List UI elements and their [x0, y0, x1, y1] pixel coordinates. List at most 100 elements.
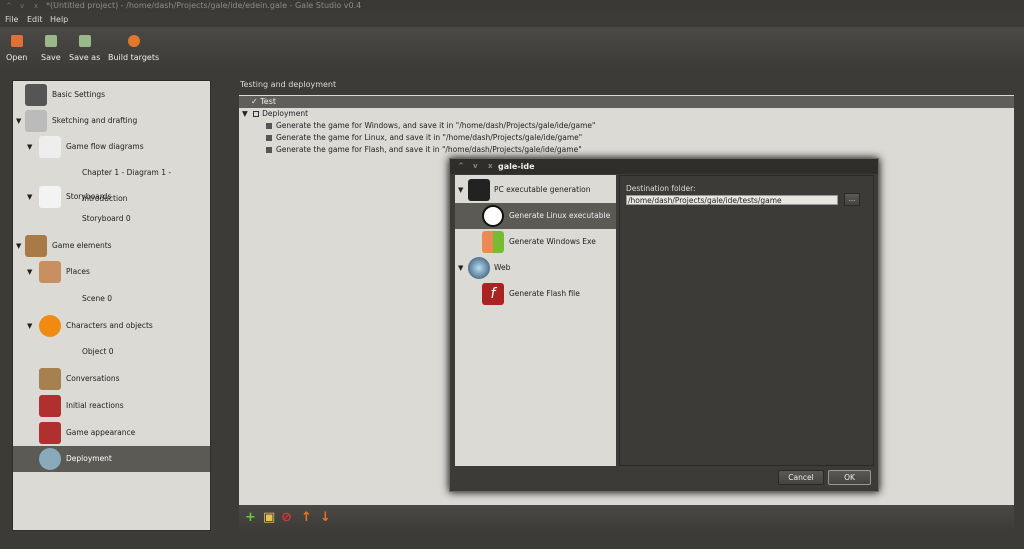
sidebar-item-game-elements[interactable]: ▼ Game elements — [13, 233, 210, 259]
minimize-button[interactable]: ^ — [458, 159, 464, 174]
sidebar-item-label: Game appearance — [66, 428, 136, 437]
move-up-icon[interactable]: ↑ — [301, 511, 312, 524]
sidebar-item-initial-reactions[interactable]: Initial reactions — [13, 393, 210, 419]
tree-root-label: Deployment — [262, 109, 309, 118]
item-flash[interactable]: f Generate Flash file — [455, 281, 616, 307]
tree-root-deployment[interactable]: ▼ Deployment — [242, 109, 308, 118]
tree-item-label: Generate the game for Windows, and save … — [276, 121, 596, 130]
open-button[interactable]: Open — [6, 35, 27, 62]
checkbox[interactable] — [253, 111, 260, 117]
sidebar-item-game-flow-diagrams[interactable]: ▼ Game flow diagrams — [13, 134, 210, 160]
sidebar-item-label: Sketching and drafting — [52, 116, 138, 125]
tree-item-flash[interactable]: Generate the game for Flash, and save it… — [266, 145, 582, 154]
sidebar-item-label: Conversations — [66, 374, 120, 383]
tree-item-label: Generate the game for Linux, and save it… — [276, 133, 583, 142]
dialog-title: gale-ide — [498, 162, 535, 171]
globe-icon — [39, 448, 61, 470]
checkbox[interactable] — [266, 147, 272, 153]
category-pc[interactable]: ▼ PC executable generation — [455, 177, 616, 203]
book-icon — [39, 395, 61, 417]
pumpkin-icon — [39, 315, 61, 337]
toolbar: Open Save Save as Build targets — [0, 27, 1024, 71]
sidebar-item-object-0[interactable]: Object 0 — [13, 339, 210, 365]
checkbox[interactable] — [266, 135, 272, 141]
settings-pane: Destination folder: /home/dash/Projects/… — [619, 175, 874, 466]
windows-icon — [482, 231, 504, 253]
item-windows[interactable]: Generate Windows Exe — [455, 229, 616, 255]
tree-item-label: Generate the game for Flash, and save it… — [276, 145, 582, 154]
remove-icon[interactable]: ⊘ — [281, 511, 292, 524]
edit-icon[interactable]: ▣ — [263, 511, 275, 524]
section-title: Testing and deployment — [240, 80, 337, 89]
sidebar-item-deployment[interactable]: Deployment — [13, 446, 210, 472]
sidebar-item-label: Game elements — [52, 241, 112, 250]
sidebar-item-label: Scene 0 — [82, 294, 113, 303]
sidebar-item-scene-0[interactable]: Scene 0 — [13, 286, 210, 312]
tree-item-windows[interactable]: Generate the game for Windows, and save … — [266, 121, 595, 130]
pencil-icon — [25, 110, 47, 132]
add-icon[interactable]: + — [245, 511, 256, 524]
open-label: Open — [6, 53, 28, 62]
sidebar-item-storyboard-0[interactable]: Storyboard 0 — [13, 206, 210, 232]
sidebar-item-conversations[interactable]: Conversations — [13, 366, 210, 392]
save-as-label: Save as — [69, 53, 101, 62]
build-targets-label: Build targets — [108, 53, 160, 62]
tree-item-linux[interactable]: Generate the game for Linux, and save it… — [266, 133, 582, 142]
tree-toolbar: + ▣ ⊘ ↑ ↓ — [239, 505, 1014, 531]
expander-icon[interactable]: ▼ — [16, 233, 21, 259]
browse-button[interactable]: ... — [844, 193, 860, 206]
box-icon — [25, 235, 47, 257]
menu-edit[interactable]: Edit — [27, 12, 43, 27]
tux-icon — [482, 205, 504, 227]
build-targets-button[interactable]: Build targets — [108, 35, 159, 62]
save-icon — [44, 35, 57, 47]
sidebar-item-game-appearance[interactable]: Game appearance — [13, 420, 210, 446]
sidebar-item-characters-and-objects[interactable]: ▼ Characters and objects — [13, 313, 210, 339]
monitor-icon — [468, 179, 490, 201]
item-linux[interactable]: Generate Linux executable — [455, 203, 616, 229]
title-bar: ^ v x *(Untitled project) - /home/dash/P… — [0, 0, 1024, 12]
globe-icon — [468, 257, 490, 279]
sidebar-item-label: Basic Settings — [52, 90, 106, 99]
sidebar-item-basic-settings[interactable]: Basic Settings — [13, 82, 210, 108]
destination-label: Destination folder: — [626, 184, 696, 193]
sidebar-item-chapter-1-diagram-1-introduction[interactable]: Chapter 1 - Diagram 1 - Introduction — [13, 160, 210, 203]
expander-icon[interactable]: ▼ — [16, 108, 21, 134]
close-button[interactable]: x — [488, 159, 493, 174]
expander-icon[interactable]: ▼ — [27, 134, 32, 160]
ok-button[interactable]: OK — [828, 470, 871, 485]
storyboard-icon — [39, 186, 61, 208]
category-web[interactable]: ▼ Web — [455, 255, 616, 281]
flash-icon: f — [482, 283, 504, 305]
diagram-icon — [39, 136, 61, 158]
minimize-button[interactable]: ^ — [6, 0, 12, 12]
tree-header-label: Test — [260, 97, 277, 106]
sidebar-item-places[interactable]: ▼ Places — [13, 259, 210, 285]
sidebar-item-label: Characters and objects — [66, 321, 153, 330]
target-list: ▼ PC executable generation Generate Linux… — [455, 175, 616, 466]
item-label: PC executable generation — [494, 185, 591, 194]
open-icon — [10, 35, 23, 47]
destination-input[interactable]: /home/dash/Projects/gale/ide/tests/game — [626, 195, 838, 205]
save-as-button[interactable]: Save as — [69, 35, 100, 62]
save-as-icon — [78, 35, 91, 47]
sidebar-item-label: Game flow diagrams — [66, 142, 144, 151]
house-icon — [25, 84, 47, 106]
cancel-button[interactable]: Cancel — [778, 470, 824, 485]
expander-icon[interactable]: ▼ — [27, 313, 32, 339]
close-button[interactable]: x — [34, 0, 38, 12]
maximize-button[interactable]: v — [20, 0, 24, 12]
sidebar-item-label: Deployment — [66, 454, 112, 463]
maximize-button[interactable]: v — [473, 159, 478, 174]
menu-help[interactable]: Help — [50, 12, 68, 27]
tree-header-test[interactable]: ✓ Test — [239, 96, 1014, 108]
item-label: Generate Flash file — [509, 289, 580, 298]
places-icon — [39, 261, 61, 283]
window-title: *(Untitled project) - /home/dash/Project… — [46, 1, 362, 10]
save-button[interactable]: Save — [41, 35, 61, 62]
move-down-icon[interactable]: ↓ — [320, 511, 331, 524]
menu-file[interactable]: File — [5, 12, 18, 27]
checkbox[interactable] — [266, 123, 272, 129]
expander-icon[interactable]: ▼ — [27, 259, 32, 285]
sidebar-item-sketching-and-drafting[interactable]: ▼ Sketching and drafting — [13, 108, 210, 134]
